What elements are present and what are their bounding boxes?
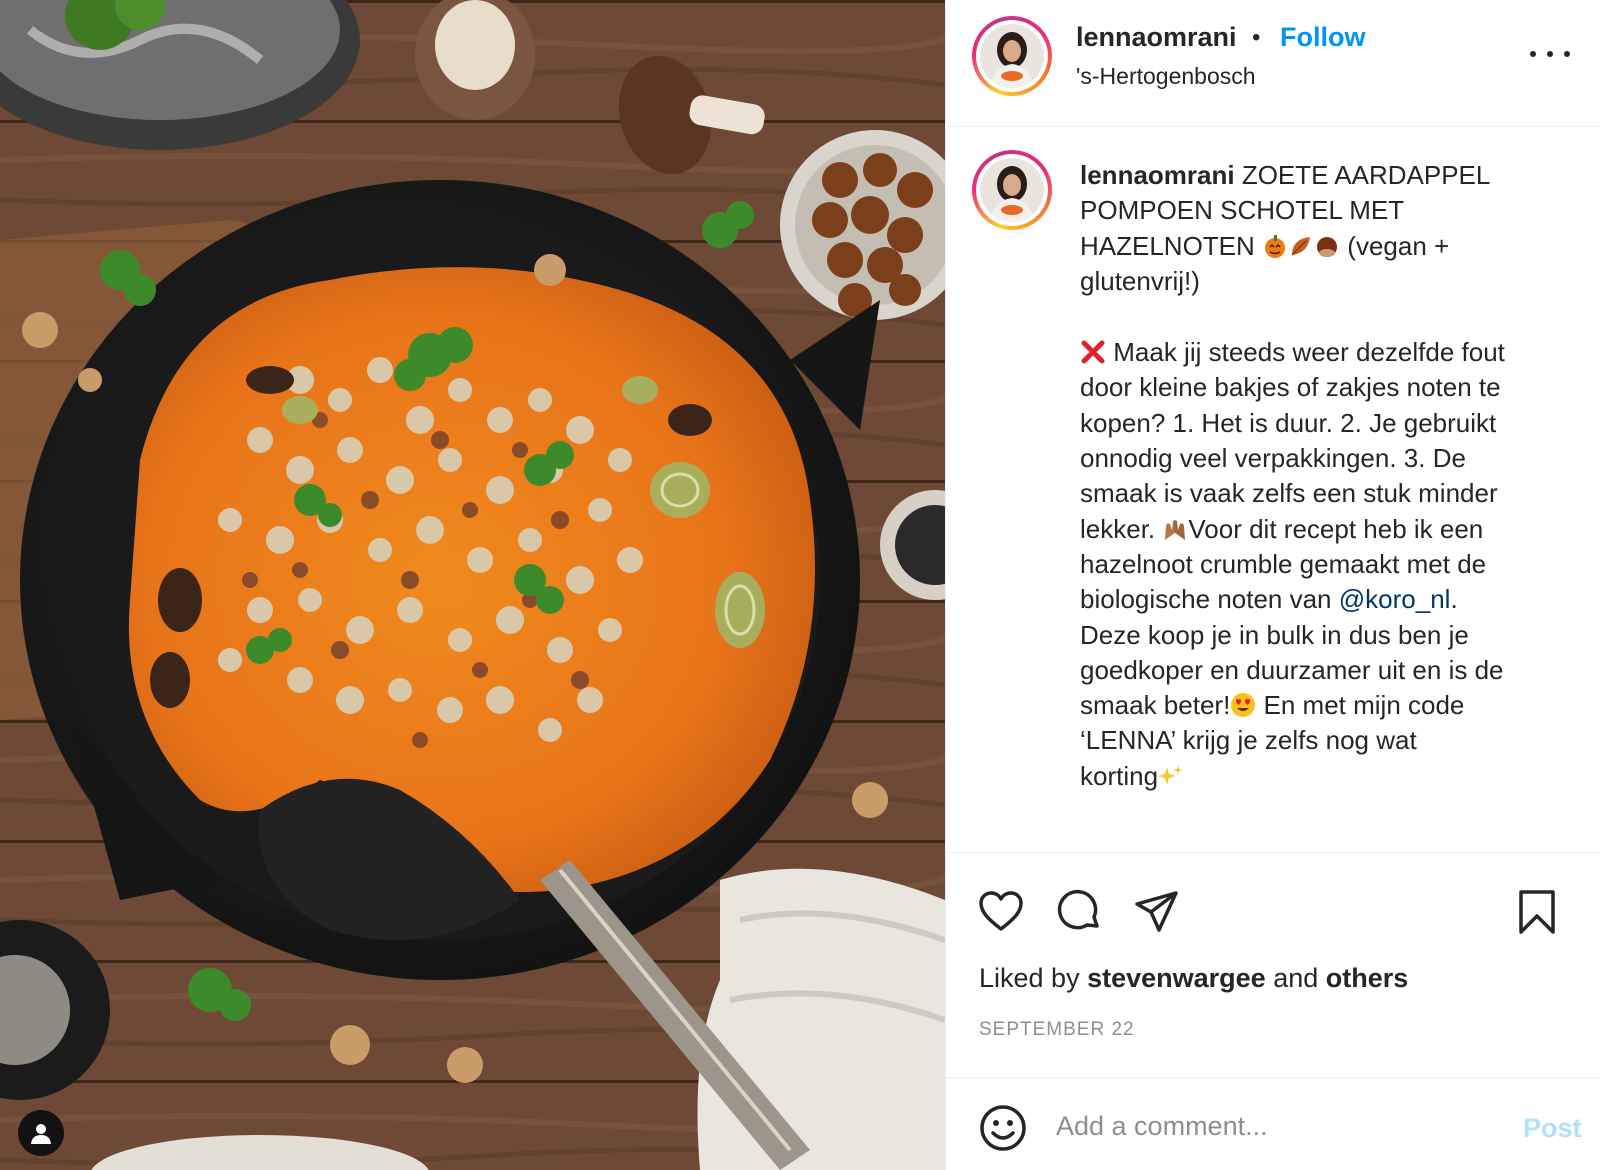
comment-bar: Post [946, 1077, 1600, 1170]
caption-body-line: smaak is vaak zelfs een stuk minder [1080, 478, 1498, 509]
heart-eyes-icon [1231, 693, 1256, 718]
comment-input[interactable] [1056, 1100, 1486, 1152]
caption-body-line: biologische noten van [1080, 584, 1332, 615]
person-icon [31, 1124, 51, 1144]
caption-separator: ⠀⠀⠀⠀⠀⠀⠀⠀⠀⠀⠀⠀⠀⠀⠀⠀⠀⠀⠀⠀ [1080, 802, 1355, 822]
caption-body-line: En met mijn code [1263, 690, 1465, 721]
mention-link[interactable]: @koro_nl [1339, 584, 1451, 614]
avatar-photo [980, 24, 1044, 88]
emoji-icon[interactable] [979, 1104, 1027, 1152]
post-date[interactable]: SEPTEMBER 22 [979, 1019, 1135, 1041]
caption-body-line: korting [1080, 760, 1159, 791]
food-photo [0, 0, 945, 1170]
more-options-icon[interactable] [1530, 44, 1570, 64]
liked-by-user-link[interactable]: stevenwargee [1087, 963, 1266, 993]
likes-prefix: Liked by [979, 963, 1080, 993]
caption-separator: ⠀⠀⠀⠀⠀⠀⠀⠀⠀⠀⠀⠀⠀⠀⠀⠀⠀⠀⠀⠀ [1080, 307, 1355, 327]
caption-body-line: Maak jij steeds weer dezelfde fout [1113, 337, 1505, 368]
post-comment-button[interactable]: Post [1523, 1113, 1582, 1144]
caption-body-line: ‘LENNA’ krijg je zelfs nog wat [1080, 725, 1417, 756]
caption-title-line: glutenvrij!) [1080, 265, 1200, 296]
comment-icon[interactable] [1054, 887, 1104, 937]
separator-dot: • [1252, 24, 1261, 51]
author-avatar[interactable] [972, 16, 1052, 96]
likes-others-link[interactable]: others [1326, 963, 1409, 993]
avatar-photo [980, 158, 1044, 222]
caption-body-line: Deze koop je in bulk in dus ben je [1080, 619, 1469, 650]
likes-summary: Liked by stevenwargee and others [979, 963, 1408, 994]
pumpkin-icon [1265, 234, 1286, 258]
fallen-leaf-icon [1291, 236, 1311, 256]
cross-mark-icon [1081, 340, 1105, 364]
bookmark-icon[interactable] [1512, 887, 1562, 937]
post-panel: lennaomrani • Follow 's-Hertogenbosch le… [945, 0, 1600, 1170]
tagged-users-button[interactable] [18, 1110, 64, 1156]
caption-body-line: goedkoper en duurzamer uit en is de [1080, 654, 1504, 685]
post-location[interactable]: 's-Hertogenbosch [1076, 63, 1256, 90]
caption-author-avatar[interactable] [972, 150, 1052, 230]
caption-title-line: (vegan + [1347, 230, 1450, 261]
caption-body-line: smaak beter! [1080, 690, 1231, 721]
action-bar [946, 855, 1600, 945]
post-photo[interactable] [0, 0, 945, 1170]
follow-button[interactable]: Follow [1280, 22, 1365, 53]
caption-username[interactable]: lennaomrani [1080, 160, 1235, 190]
sparkles-icon [1158, 764, 1184, 785]
likes-and: and [1273, 963, 1319, 993]
caption-body-line: onnodig veel verpakkingen. 3. De [1080, 443, 1466, 474]
chestnut-icon [1317, 236, 1338, 257]
heart-icon[interactable] [976, 887, 1026, 937]
caption-body-line: kopen? 1. Het is duur. 2. Je gebruikt [1080, 407, 1497, 438]
caption-body-line: door kleine bakjes of zakjes noten te [1080, 372, 1501, 403]
share-icon[interactable] [1132, 887, 1182, 937]
post-header: lennaomrani • Follow 's-Hertogenbosch [946, 0, 1600, 127]
caption-body-line: . [1450, 584, 1458, 615]
author-username[interactable]: lennaomrani [1076, 22, 1237, 53]
caption-title-line: HAZELNOTEN [1080, 230, 1255, 261]
caption-body-line: Voor dit recept heb ik een [1188, 513, 1484, 544]
raising-hands-icon [1165, 519, 1186, 540]
caption-section: lennaomrani ZOETE AARDAPPEL POMPOEN SCHO… [946, 128, 1600, 853]
caption-body-line: lekker. [1080, 513, 1156, 544]
caption-body-line: hazelnoot crumble gemaakt met de [1080, 548, 1487, 579]
caption-text: lennaomrani ZOETE AARDAPPEL POMPOEN SCHO… [1080, 158, 1560, 830]
caption-title-line: POMPOEN SCHOTEL MET [1080, 195, 1405, 226]
caption-title-line: ZOETE AARDAPPEL [1241, 160, 1491, 190]
